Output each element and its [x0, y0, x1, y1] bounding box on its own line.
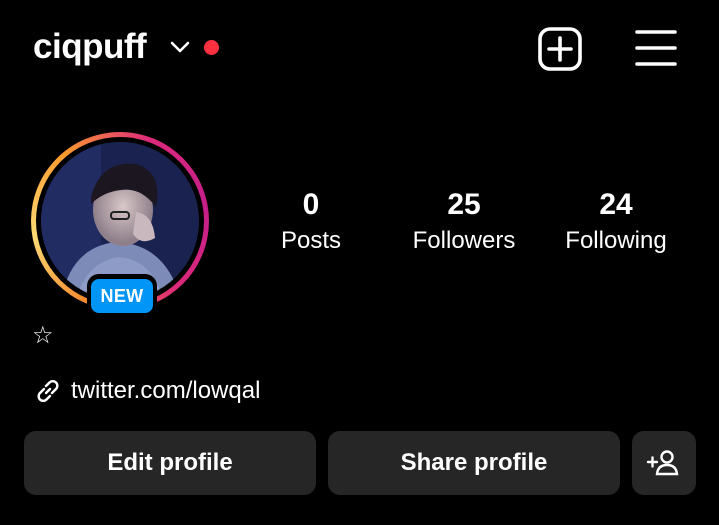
stat-following[interactable]: 24 Following — [546, 188, 686, 256]
profile-header: ciqpuff — [0, 0, 719, 95]
followers-count: 25 — [447, 188, 481, 221]
bio-link-text[interactable]: twitter.com/lowqal — [71, 377, 260, 405]
new-badge: NEW — [87, 274, 157, 318]
chevron-down-icon[interactable] — [169, 38, 191, 56]
stat-posts[interactable]: 0 Posts — [241, 188, 381, 256]
link-icon — [37, 379, 59, 403]
share-profile-button[interactable]: Share profile — [328, 431, 620, 495]
posts-count: 0 — [302, 188, 320, 221]
edit-profile-button[interactable]: Edit profile — [24, 431, 316, 495]
followers-label: Followers — [412, 227, 516, 254]
following-label: Following — [565, 227, 667, 254]
new-post-icon[interactable] — [536, 25, 584, 73]
discover-people-button[interactable] — [632, 431, 696, 495]
menu-icon[interactable] — [634, 28, 678, 68]
posts-label: Posts — [280, 227, 342, 254]
bio-text: ☆ — [32, 321, 54, 349]
stat-followers[interactable]: 25 Followers — [394, 188, 534, 256]
bio-link[interactable]: twitter.com/lowqal — [33, 374, 260, 408]
following-count: 24 — [599, 188, 633, 221]
username-switcher[interactable]: ciqpuff — [33, 27, 147, 67]
add-person-icon — [646, 450, 679, 476]
new-badge-label: NEW — [91, 279, 153, 313]
notification-dot — [204, 40, 219, 55]
